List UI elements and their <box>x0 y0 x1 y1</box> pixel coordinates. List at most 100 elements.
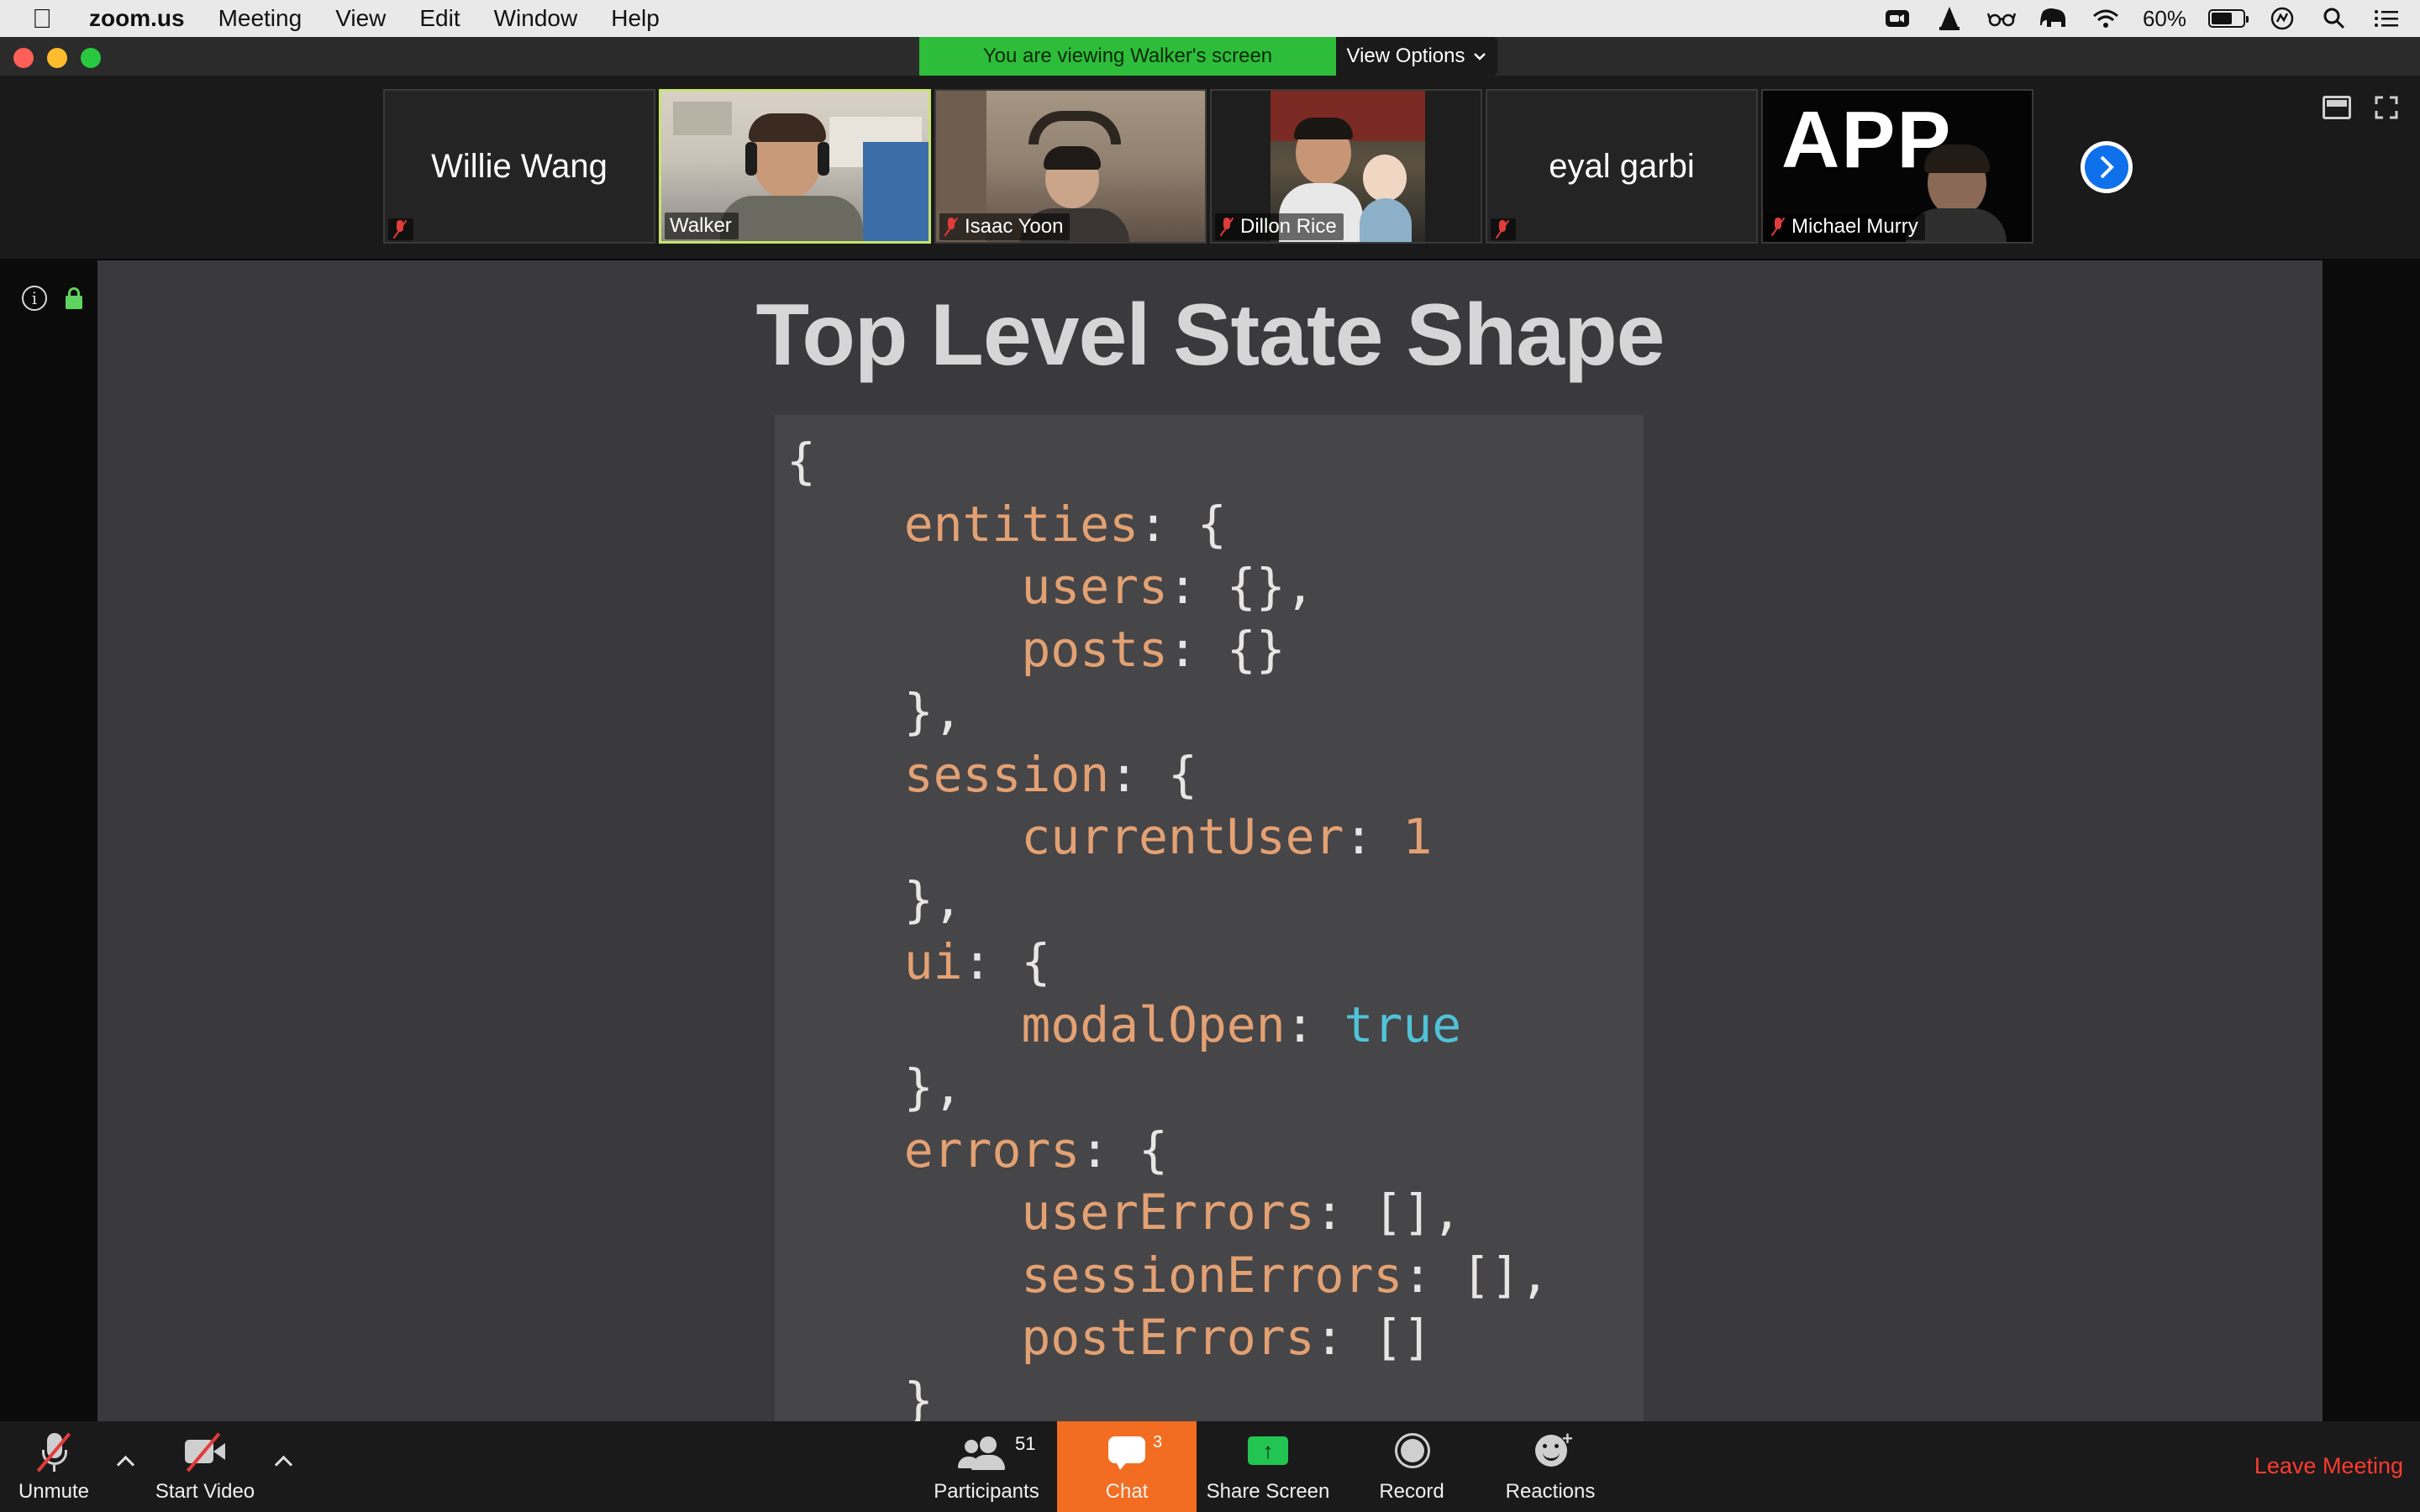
code-token: userErrors <box>1021 1184 1315 1241</box>
video-options-caret-icon[interactable] <box>274 1452 292 1470</box>
view-options-button[interactable]: View Options <box>1336 37 1497 76</box>
chat-bubble-icon <box>1102 1431 1152 1473</box>
participant-tile-eyal-garbi[interactable]: eyal garbi <box>1486 89 1758 244</box>
code-line: }, <box>786 1056 1549 1119</box>
window-zoom-button[interactable] <box>81 48 101 68</box>
notification-center-icon[interactable] <box>2371 6 2402 31</box>
menu-view[interactable]: View <box>335 5 386 32</box>
code-token: : {}, <box>1167 558 1315 615</box>
participant-tile-isaac-yoon[interactable]: Isaac Yoon <box>934 89 1207 244</box>
code-token: : [], <box>1402 1246 1549 1304</box>
participant-name: Isaac Yoon <box>965 215 1064 238</box>
menu-help[interactable]: Help <box>611 5 660 32</box>
meeting-info-icon[interactable]: i <box>22 286 47 311</box>
code-token: ui <box>903 933 963 990</box>
chat-button[interactable]: Chat <box>1057 1421 1197 1512</box>
code-line: modalOpen: true <box>786 994 1549 1057</box>
participants-icon <box>958 1431 1012 1473</box>
audio-options-caret-icon[interactable] <box>116 1452 134 1470</box>
participant-name: Michael Murry <box>1791 215 1918 238</box>
code-line: errors: { <box>786 1119 1549 1182</box>
unmute-button[interactable]: Unmute <box>7 1421 101 1512</box>
slide-title: Top Level State Shape <box>755 286 1665 384</box>
muted-mic-icon <box>1771 218 1785 236</box>
record-label: Record <box>1379 1480 1444 1503</box>
view-options-label: View Options <box>1346 45 1465 67</box>
code-token: : [] <box>1314 1309 1433 1366</box>
code-token: : <box>1285 995 1344 1053</box>
chat-label: Chat <box>1105 1480 1149 1503</box>
code-line: users: {}, <box>786 555 1549 618</box>
code-token: errors <box>903 1121 1081 1179</box>
chevron-right-icon <box>2085 145 2128 189</box>
code-line: }, <box>786 680 1549 743</box>
next-page-button[interactable] <box>2081 141 2133 193</box>
battery-percent: 60% <box>2142 5 2186 31</box>
code-line: posts: {} <box>786 618 1549 681</box>
code-token: }, <box>903 870 963 928</box>
participant-label: Michael Murry <box>1766 213 1925 240</box>
participant-tile-walker[interactable]: Walker <box>659 89 931 244</box>
code-token: modalOpen <box>1021 995 1286 1053</box>
code-token: postErrors <box>1021 1309 1315 1366</box>
code-token: entities <box>903 495 1139 553</box>
muted-mic-icon <box>944 218 958 236</box>
screen-share-banner: You are viewing Walker's screen <box>919 37 1336 76</box>
window-close-button[interactable] <box>13 48 34 68</box>
code-line: ui: { <box>786 931 1549 994</box>
fullscreen-icon[interactable] <box>2375 96 2403 119</box>
meeting-controls-toolbar: Unmute Start Video Participants 51 Chat … <box>0 1421 2420 1512</box>
code-line: userErrors: [], <box>786 1181 1549 1244</box>
menu-meeting[interactable]: Meeting <box>218 5 302 32</box>
record-button[interactable]: Record <box>1361 1421 1462 1512</box>
leave-meeting-button[interactable]: Leave Meeting <box>2254 1453 2403 1479</box>
code-token: }, <box>903 683 963 740</box>
code-token: true <box>1344 995 1462 1053</box>
reactions-button[interactable]: + Reactions <box>1496 1421 1605 1512</box>
hide-strip-icon[interactable] <box>2323 96 2351 119</box>
window-minimize-button[interactable] <box>47 48 67 68</box>
code-token: : { <box>1080 1121 1168 1179</box>
start-video-button[interactable]: Start Video <box>148 1421 262 1512</box>
reactions-label: Reactions <box>1505 1480 1596 1503</box>
menu-edit[interactable]: Edit <box>419 5 460 32</box>
code-token: session <box>903 745 1110 803</box>
menu-app-name[interactable]: zoom.us <box>89 5 185 32</box>
code-token: : { <box>1139 495 1227 553</box>
encryption-lock-icon[interactable] <box>66 287 82 309</box>
code-line: }, <box>786 869 1549 932</box>
elephant-icon[interactable] <box>2039 6 2069 31</box>
apple-menu-icon[interactable]:  <box>32 3 79 34</box>
battery-icon[interactable] <box>2208 9 2249 28</box>
activity-circle-icon[interactable] <box>2267 6 2297 31</box>
macos-menubar:  zoom.us Meeting View Edit Window Help … <box>0 0 2420 37</box>
code-token: posts <box>1021 620 1168 678</box>
start-video-label: Start Video <box>155 1480 255 1503</box>
participant-label: Dillon Rice <box>1215 213 1344 240</box>
menu-window[interactable]: Window <box>494 5 578 32</box>
vlc-cone-icon[interactable] <box>1934 6 1965 31</box>
spotlight-search-icon[interactable] <box>2319 6 2349 31</box>
presentation-slide: Top Level State Shape { entities: { user… <box>97 260 2323 1429</box>
muted-mic-icon <box>1220 218 1234 236</box>
muted-mic-icon <box>393 220 407 239</box>
participant-tile-dillon-rice[interactable]: Dillon Rice <box>1210 89 1482 244</box>
share-screen-arrow-icon: ↑ <box>1243 1431 1293 1473</box>
chat-unread-count: 3 <box>1153 1433 1163 1452</box>
chevron-down-icon <box>1474 53 1486 60</box>
muted-microphone-icon <box>29 1431 79 1473</box>
participant-tile-michael-murry[interactable]: APP Michael Murry <box>1761 89 2033 244</box>
glasses-icon[interactable] <box>1986 6 2017 31</box>
code-token: : [], <box>1314 1184 1462 1241</box>
participants-count: 51 <box>1015 1433 1036 1454</box>
wifi-icon[interactable] <box>2091 6 2121 31</box>
participant-label <box>388 218 413 240</box>
share-screen-button[interactable]: ↑ Share Screen <box>1202 1421 1334 1512</box>
shared-screen-area[interactable]: i Top Level State Shape { entities: { us… <box>0 259 2420 1429</box>
code-token: 1 <box>1402 808 1433 865</box>
reactions-smiley-icon: + <box>1525 1428 1576 1473</box>
zoom-status-icon[interactable] <box>1882 6 1912 31</box>
participant-name-display: eyal garbi <box>1549 147 1695 185</box>
code-line: entities: { <box>786 493 1549 556</box>
participant-tile-willie-wang[interactable]: Willie Wang <box>383 89 655 244</box>
